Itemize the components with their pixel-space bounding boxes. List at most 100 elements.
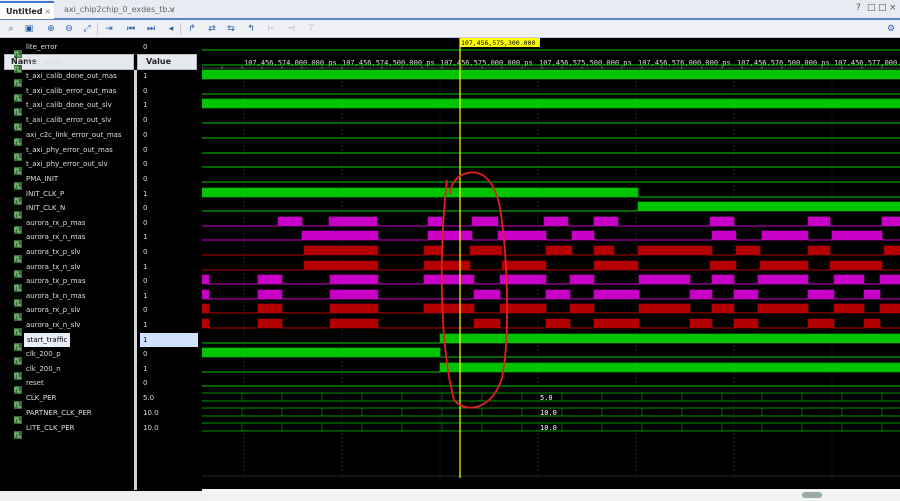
signal-row[interactable]: PMA_INIT 0 [4, 172, 198, 190]
signal-icon [14, 43, 22, 58]
signal-name: PARTNER_CLK_PER [26, 409, 92, 417]
help-icon[interactable]: ? [856, 3, 861, 13]
signal-icon [14, 306, 22, 321]
signal-value: 0 [143, 277, 148, 285]
signal-high [883, 245, 900, 256]
signal-row[interactable]: start_traffic 1 [4, 333, 198, 351]
signal-high [571, 230, 595, 241]
signal-row[interactable]: t_axi_calib_done_out_mas 1 [4, 69, 198, 87]
signal-high [638, 303, 691, 314]
tab-exdes-tb[interactable]: axi_chip2chip_0_exdes_tb.v × [58, 1, 178, 19]
signal-high [545, 245, 573, 256]
signal-high [733, 289, 759, 300]
signal-row[interactable]: INIT_CLK_P 1 [4, 187, 198, 205]
signal-high [301, 230, 379, 241]
signal-row[interactable]: aurora_tx_n_mas 1 [4, 289, 198, 307]
signal-value: 1 [143, 233, 148, 241]
signal-row[interactable]: lite_error 0 [4, 40, 198, 58]
signal-high [833, 274, 865, 285]
prev-marker-icon[interactable]: ⊢ [264, 22, 278, 36]
scroll-thumb[interactable] [802, 492, 822, 498]
signal-high [328, 216, 378, 227]
signal-value: 1 [143, 72, 148, 80]
signal-row[interactable]: aurora_rx_n_slv 1 [4, 318, 198, 336]
signal-row[interactable]: INIT_CLK_N 0 [4, 201, 198, 219]
signal-value: 0 [143, 58, 148, 66]
signal-row[interactable]: t_axi_calib_error_out_slv 0 [4, 113, 198, 131]
time-label: 107,456,576,000.000 ps [638, 59, 731, 67]
signal-name: t_axi_calib_error_out_slv [26, 116, 112, 124]
signal-row[interactable]: t_axi_calib_done_out_slv 1 [4, 98, 198, 116]
goto-end-icon[interactable]: ⏭ [144, 22, 158, 36]
signal-row[interactable]: t_axi_calib_error_out_mas 0 [4, 84, 198, 102]
maximize-icon[interactable]: □ [878, 3, 887, 13]
signal-high [593, 260, 639, 271]
signal-row[interactable]: reset 0 [4, 376, 198, 394]
signal-value: 0 [143, 379, 148, 387]
signal-row[interactable]: aurora_tx_p_mas 0 [4, 274, 198, 292]
signal-row[interactable]: aurora_rx_n_mas 1 [4, 230, 198, 248]
signal-row[interactable]: t_axi_phy_error_out_mas 0 [4, 143, 198, 161]
signal-high [473, 289, 501, 300]
goto-start-icon[interactable]: ⏮ [124, 22, 138, 36]
signal-high [257, 274, 283, 285]
restore-icon[interactable]: □ [867, 3, 876, 13]
zoom-fit-icon[interactable]: ⤢ [80, 22, 94, 36]
save-icon[interactable]: ▣ [22, 22, 36, 36]
go-to-cursor-icon[interactable]: ⇥ [102, 22, 116, 36]
zoom-out-icon[interactable]: ⊖ [62, 22, 76, 36]
previous-transition-icon[interactable]: ◂ [164, 22, 178, 36]
signal-icon [14, 277, 22, 292]
signal-high [833, 303, 865, 314]
time-label: 107,456,575,500.000 ps [539, 59, 632, 67]
signal-name: axi_c2c_link_error_out_mas [26, 131, 122, 139]
signal-value: 0 [143, 350, 148, 358]
swap-cursor-icon[interactable]: ⇆ [224, 22, 238, 36]
close-icon[interactable]: × [889, 3, 897, 13]
signal-high [881, 216, 900, 227]
signal-icon [14, 175, 22, 190]
signal-name: axi4_error [26, 58, 62, 66]
signal-icon [14, 394, 22, 409]
tab-untitled-1[interactable]: Untitled 1*× [0, 1, 54, 34]
signal-row[interactable]: aurora_tx_n_slv 1 [4, 260, 198, 278]
signal-row[interactable]: PARTNER_CLK_PER 10.0 [4, 406, 198, 424]
signal-row[interactable]: t_axi_phy_error_out_slv 0 [4, 157, 198, 175]
signal-row[interactable]: axi4_error 0 [4, 55, 198, 73]
add-marker-icon[interactable]: ⇄ [205, 22, 219, 36]
search-icon[interactable]: ⌕ [4, 22, 18, 36]
swap-marker-icon[interactable]: ⊤ [304, 22, 318, 36]
signal-name: aurora_rx_p_mas [26, 219, 86, 227]
signal-row[interactable]: LITE_CLK_PER 10.0 [4, 421, 198, 439]
signal-name: t_axi_calib_done_out_mas [26, 72, 117, 80]
signal-name: INIT_CLK_P [26, 190, 65, 198]
signal-row[interactable]: aurora_rx_p_mas 0 [4, 216, 198, 234]
close-tab-icon[interactable]: × [44, 3, 51, 21]
close-tab-icon[interactable]: × [168, 1, 175, 19]
signal-name: aurora_tx_n_mas [26, 292, 86, 300]
horizontal-scrollbar[interactable] [0, 491, 202, 501]
signal-row[interactable]: CLK_PER 5.0 [4, 391, 198, 409]
signal-high [807, 318, 835, 329]
next-marker-icon[interactable]: ⊣ [284, 22, 298, 36]
signal-row[interactable]: clk_200_p 0 [4, 347, 198, 365]
next-transition-icon[interactable]: ↱ [185, 22, 199, 36]
signal-icon [14, 233, 22, 248]
zoom-in-icon[interactable]: ⊕ [44, 22, 58, 36]
signal-high [329, 274, 379, 285]
signal-row[interactable]: clk_200_n 1 [4, 362, 198, 380]
signal-value: 1 [143, 190, 148, 198]
signal-icon [14, 263, 22, 278]
signal-row[interactable]: aurora_tx_p_slv 0 [4, 245, 198, 263]
signal-row[interactable]: aurora_rx_p_slv 0 [4, 303, 198, 321]
signal-high [423, 245, 443, 256]
signal-row[interactable]: axi_c2c_link_error_out_mas 0 [4, 128, 198, 146]
signal-value: 0 [143, 116, 148, 124]
snap-icon[interactable]: ↰ [244, 22, 258, 36]
settings-gear-icon[interactable]: ⚙ [884, 22, 898, 36]
signal-icon [14, 350, 22, 365]
waveform-area[interactable]: 107,456,574,000.000 ps 107,456,574,500.00… [202, 38, 900, 501]
signal-icon [14, 248, 22, 263]
signal-value: 0 [143, 175, 148, 183]
waveform-scrollbar[interactable] [202, 489, 900, 501]
